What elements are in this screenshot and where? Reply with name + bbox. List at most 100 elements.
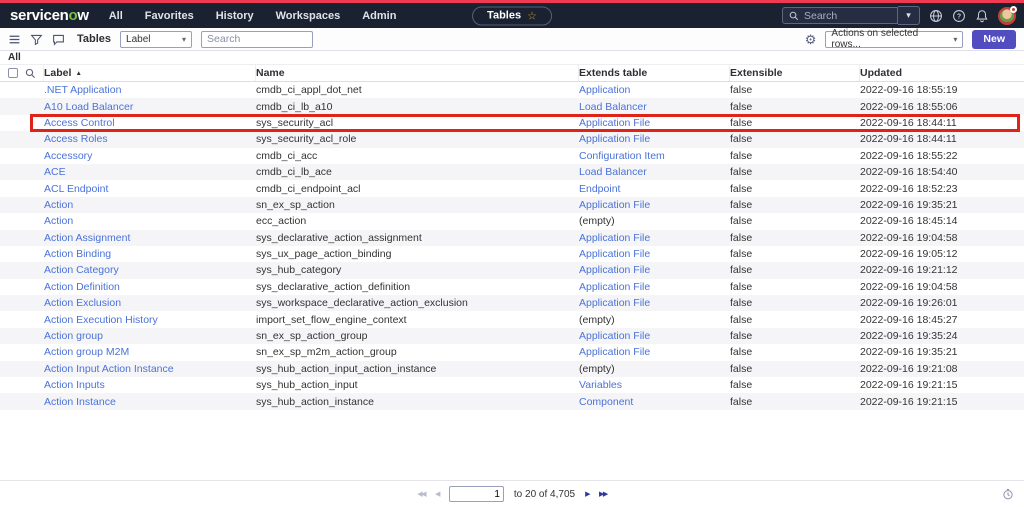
nav-item-history[interactable]: History [216,10,254,22]
table-row: Access Control sys_security_acl Applicatio… [0,113,1024,133]
column-header-extensible[interactable]: Extensible [730,65,860,81]
new-button[interactable]: New [972,29,1016,49]
row-extends-link[interactable]: Application File [579,248,730,260]
row-updated: 2022-09-16 18:55:22 [860,149,958,162]
row-label-link[interactable]: Access Roles [44,133,256,145]
servicenow-logo[interactable]: servicenow [10,7,89,24]
row-updated: 2022-09-16 19:26:01 [860,297,958,310]
table-row: .NET Application cmdb_ci_appl_dot_net Appl… [0,82,1024,99]
table-row: ACL Endpoint cmdb_ci_endpoint_acl Endpoint… [0,180,1024,197]
help-icon[interactable]: ? [952,9,966,23]
chat-icon[interactable] [52,33,65,46]
globe-icon[interactable] [929,9,943,23]
sort-ascending-icon: ▲ [75,69,82,77]
row-extends-link[interactable]: Application File [579,232,730,244]
row-extends-link[interactable]: Application File [579,297,730,309]
row-label-link[interactable]: Action Input Action Instance [44,363,256,375]
row-label-link[interactable]: Action Inputs [44,379,256,391]
row-extensible: false [730,231,753,244]
next-page-button[interactable]: ▶ [585,490,590,498]
row-extends-link[interactable]: Application File [579,346,730,358]
row-label-link[interactable]: Action Category [44,264,256,276]
row-extends-link[interactable]: Variables [579,379,730,391]
list-menu-icon[interactable] [8,33,21,46]
row-label-link[interactable]: Action group M2M [44,346,256,358]
row-extensible: false [730,379,753,392]
row-extends-link[interactable]: Component [579,396,730,408]
search-icon [789,11,799,20]
settings-gear-icon[interactable]: ⚙ [805,33,817,46]
favorite-star-icon[interactable]: ☆ [527,9,537,22]
row-updated: 2022-09-16 18:52:23 [860,182,958,195]
table-row: Action Input Action Instance sys_hub_acti… [0,360,1024,378]
row-updated: 2022-09-16 19:35:24 [860,330,958,343]
previous-page-button[interactable]: ◀ [435,490,440,498]
filter-funnel-icon[interactable] [30,33,43,46]
search-column-select[interactable]: Label ▾ [120,30,193,48]
actions-on-selected-rows-select[interactable]: Actions on selected rows... ▾ [825,28,964,50]
row-name: sys_declarative_action_assignment [256,231,422,244]
row-label-link[interactable]: ACL Endpoint [44,183,256,195]
row-extensible: false [730,116,753,129]
row-label-link[interactable]: A10 Load Balancer [44,101,256,113]
row-label-link[interactable]: Action group [44,330,256,342]
context-pill-label: Tables [487,9,522,22]
row-extends-link[interactable]: Load Balancer [579,101,730,113]
row-extends-link[interactable]: Application File [579,281,730,293]
row-name: sys_security_acl_role [256,133,357,146]
first-page-button[interactable]: ◀◀ [417,490,426,498]
page-number-input[interactable] [448,486,504,502]
pagination-range-text: to 20 of 4,705 [513,488,576,500]
row-name: sys_security_acl [256,116,334,129]
row-label-link[interactable]: Action Instance [44,396,256,408]
search-scope-dropdown[interactable]: ▾ [898,6,920,25]
global-search-input[interactable] [804,9,884,22]
notifications-bell-icon[interactable] [975,9,989,23]
column-header-name[interactable]: Name [256,65,579,81]
row-extends-link[interactable]: Load Balancer [579,166,730,178]
last-page-button[interactable]: ▶▶ [599,490,608,498]
row-extends-link[interactable]: Application File [579,330,730,342]
table-row: Action group M2M sn_ex_sp_m2m_action_grou… [0,344,1024,361]
select-all-checkbox[interactable] [8,68,18,78]
row-label-link[interactable]: .NET Application [44,84,256,96]
context-pill-tables[interactable]: Tables ☆ [472,6,552,25]
global-search[interactable] [782,7,898,24]
row-name: sys_hub_action_input_action_instance [256,362,437,375]
row-label-link[interactable]: Action [44,215,256,227]
row-label-link[interactable]: Action [44,199,256,211]
row-extends-link[interactable]: Application File [579,199,730,211]
search-column-value: Label [126,33,151,45]
nav-item-admin[interactable]: Admin [362,10,396,22]
table-row: Action Assignment sys_declarative_action_… [0,229,1024,246]
row-extends-link[interactable]: Application [579,84,730,96]
row-label-link[interactable]: Action Exclusion [44,297,256,309]
table-row: Access Roles sys_security_acl_role Applica… [0,131,1024,148]
actions-select-value: Actions on selected rows... [831,28,919,50]
toolbar-right-cluster: ⚙ Actions on selected rows... ▾ New [805,28,1016,50]
breadcrumb-all[interactable]: All [8,52,21,63]
nav-item-workspaces[interactable]: Workspaces [276,10,341,22]
row-extends-link[interactable]: Application File [579,117,730,129]
column-header-extends-table[interactable]: Extends table [579,65,730,81]
nav-item-all[interactable]: All [109,10,123,22]
row-extends-link[interactable]: Configuration Item [579,150,730,162]
row-label-link[interactable]: Action Definition [44,281,256,293]
logo-text-suffix: w [77,7,89,24]
user-avatar[interactable] [998,5,1017,25]
row-label-link[interactable]: Action Execution History [44,314,256,326]
response-time-clock-icon[interactable] [1002,488,1014,500]
row-label-link[interactable]: ACE [44,166,256,178]
nav-item-favorites[interactable]: Favorites [145,10,194,22]
list-search-toggle-icon[interactable] [25,68,36,79]
row-label-link[interactable]: Action Binding [44,248,256,260]
row-label-link[interactable]: Access Control [44,117,256,129]
row-extends-link[interactable]: Endpoint [579,183,730,195]
row-extends-link[interactable]: Application File [579,264,730,276]
row-extends-link[interactable]: Application File [579,133,730,145]
row-label-link[interactable]: Accessory [44,150,256,162]
list-search-input[interactable] [201,30,314,48]
column-header-updated[interactable]: Updated [860,65,1024,81]
row-label-link[interactable]: Action Assignment [44,232,256,244]
column-header-label[interactable]: Label ▲ [44,65,256,81]
